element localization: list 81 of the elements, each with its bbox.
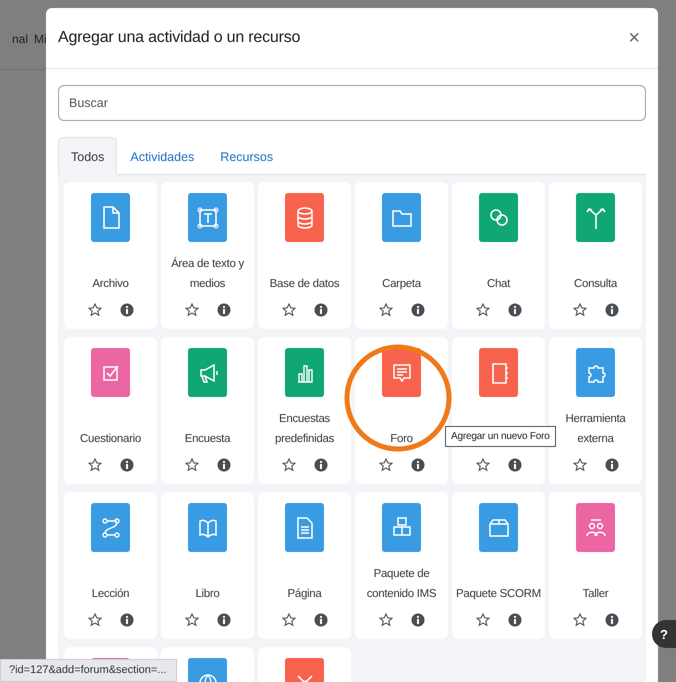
star-icon[interactable] — [282, 613, 296, 627]
tab[interactable]: Recursos — [207, 137, 286, 175]
modal-title: Agregar una actividad o un recurso — [58, 29, 300, 47]
star-icon[interactable] — [88, 303, 102, 317]
info-icon[interactable] — [314, 303, 328, 317]
info-icon[interactable] — [508, 458, 522, 472]
activity-card[interactable]: Encuestas predefinidas — [258, 337, 351, 484]
activity-label: Taller — [582, 587, 608, 602]
activity-card[interactable]: Encuesta — [161, 337, 254, 484]
activity-card[interactable]: Cuestionario — [64, 337, 157, 484]
activity-label: Lección — [92, 587, 130, 602]
search-field[interactable]: Buscar — [58, 85, 646, 121]
activity-card[interactable]: Página — [258, 492, 351, 639]
star-icon[interactable] — [572, 458, 586, 472]
info-icon[interactable] — [314, 613, 328, 627]
activity-label: Base de datos — [270, 277, 340, 292]
activity-card[interactable]: Libro — [161, 492, 254, 639]
star-icon[interactable] — [476, 613, 490, 627]
star-icon[interactable] — [184, 613, 198, 627]
activity-label: Encuestas predefinidas — [274, 412, 336, 447]
info-icon[interactable] — [508, 303, 522, 317]
info-icon[interactable] — [410, 458, 424, 472]
info-icon[interactable] — [604, 613, 618, 627]
activity-card[interactable]: Foro — [355, 337, 448, 484]
star-icon[interactable] — [476, 458, 490, 472]
star-icon[interactable] — [476, 303, 490, 317]
star-icon[interactable] — [572, 613, 586, 627]
star-icon[interactable] — [378, 458, 392, 472]
activity-label: Página — [287, 587, 322, 602]
info-icon[interactable] — [216, 458, 230, 472]
star-icon[interactable] — [184, 303, 198, 317]
activity-card[interactable]: Paquete SCORM — [452, 492, 545, 639]
activity-label: Carpeta — [382, 277, 421, 292]
tab[interactable]: Todos — [58, 137, 118, 175]
star-icon[interactable] — [282, 303, 296, 317]
info-icon[interactable] — [604, 303, 618, 317]
activity-label: Archivo — [92, 277, 129, 292]
activity-label: Cuestionario — [80, 432, 141, 447]
info-icon[interactable] — [120, 613, 134, 627]
info-icon[interactable] — [508, 613, 522, 627]
star-icon[interactable] — [378, 303, 392, 317]
activity-label: Paquete de contenido IMS — [366, 567, 438, 602]
star-icon[interactable] — [378, 613, 392, 627]
nav-link[interactable]: Mi — [34, 32, 46, 46]
close-button[interactable]: × — [624, 26, 644, 50]
info-icon[interactable] — [410, 303, 424, 317]
activity-label: Libro — [195, 587, 220, 602]
activity-label: Herramienta externa — [564, 412, 627, 447]
activity-label: Encuesta — [184, 432, 230, 447]
activity-card[interactable]: Taller — [549, 492, 642, 639]
activity-card[interactable]: Lección — [64, 492, 157, 639]
activity-label: Chat — [486, 277, 510, 292]
info-icon[interactable] — [314, 458, 328, 472]
activity-card[interactable]: Consulta — [549, 182, 642, 329]
help-button[interactable]: ? — [652, 620, 676, 648]
nav-link[interactable]: nal — [12, 32, 28, 46]
tab[interactable]: Actividades — [117, 137, 208, 175]
activity-card[interactable]: Archivo — [64, 182, 157, 329]
info-icon[interactable] — [604, 458, 618, 472]
info-icon[interactable] — [120, 303, 134, 317]
activity-label: Foro — [390, 432, 413, 447]
info-icon[interactable] — [410, 613, 424, 627]
star-icon[interactable] — [88, 458, 102, 472]
star-icon[interactable] — [88, 613, 102, 627]
activity-label: Consulta — [574, 277, 617, 292]
activity-card[interactable]: Herramienta externa — [549, 337, 642, 484]
star-icon[interactable] — [572, 303, 586, 317]
activity-card[interactable]: Carpeta — [355, 182, 448, 329]
star-icon[interactable] — [184, 458, 198, 472]
activity-card[interactable]: Base de datos — [258, 182, 351, 329]
tooltip: Agregar un nuevo Foro — [445, 426, 556, 447]
activity-card[interactable]: Chat — [452, 182, 545, 329]
info-icon[interactable] — [216, 613, 230, 627]
activity-label: Área de texto y medios — [170, 256, 245, 292]
activity-card[interactable]: Paquete de contenido IMS — [355, 492, 448, 639]
activity-label: Paquete SCORM — [456, 587, 541, 602]
info-icon[interactable] — [216, 303, 230, 317]
info-icon[interactable] — [120, 458, 134, 472]
star-icon[interactable] — [282, 458, 296, 472]
activity-card[interactable]: Área de texto y medios — [161, 182, 254, 329]
link-url-tooltip: ?id=127&add=forum&section=... — [0, 659, 178, 682]
